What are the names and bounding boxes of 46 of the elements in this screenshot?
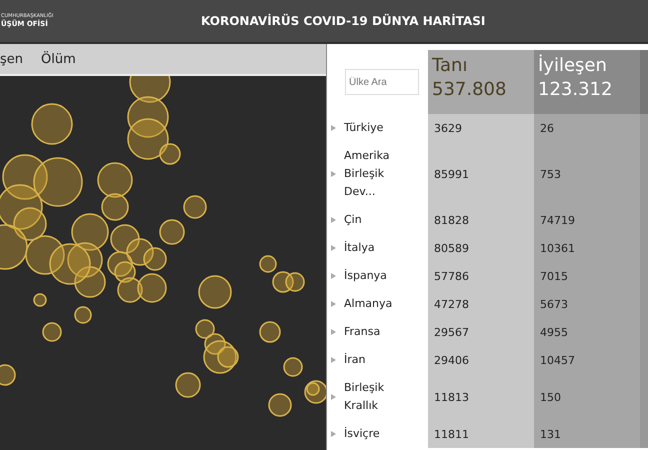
column-header: Tanı 537.808 <box>428 50 534 114</box>
table-cell: 753 <box>534 142 640 206</box>
table-cell: 10457 <box>534 346 640 374</box>
table-cell: 57786 <box>428 262 534 290</box>
page-title: KORONAVİRÜS COVID-19 DÜNYA HARİTASI <box>201 14 486 28</box>
table-cell: 5673 <box>534 290 640 318</box>
table-cell: 11811 <box>428 420 534 448</box>
expand-arrow-icon[interactable] <box>331 217 336 223</box>
table-cell: 131 <box>534 420 640 448</box>
table-cell: 29406 <box>428 346 534 374</box>
country-name[interactable]: Amerika Birleşik Dev... <box>344 147 410 201</box>
table-cell: 150 <box>534 374 640 420</box>
country-name[interactable]: Fransa <box>344 323 410 341</box>
table-cell: 3629 <box>428 114 534 142</box>
table-cell: 81828 <box>428 206 534 234</box>
expand-arrow-icon[interactable] <box>331 357 336 363</box>
table-cell: 4955 <box>534 318 640 346</box>
country-search-field[interactable]: Ülke Ara <box>345 69 419 95</box>
column-header: İyileşen 123.312 <box>534 50 640 114</box>
table-cell: 80589 <box>428 234 534 262</box>
table-cell: 74719 <box>534 206 640 234</box>
table-cell: 10361 <box>534 234 640 262</box>
expand-arrow-icon[interactable] <box>331 394 336 400</box>
country-name[interactable]: İspanya <box>344 267 410 285</box>
country-name[interactable]: İsviçre <box>344 425 410 443</box>
expand-arrow-icon[interactable] <box>331 125 336 131</box>
table-cell: 11813 <box>428 374 534 420</box>
expand-arrow-icon[interactable] <box>331 431 336 437</box>
country-name[interactable]: İran <box>344 351 410 369</box>
country-name[interactable]: Birleşik Krallık <box>344 379 410 415</box>
map-tab[interactable]: Ölüm <box>41 52 76 66</box>
table-cell: 29567 <box>428 318 534 346</box>
expand-arrow-icon[interactable] <box>331 245 336 251</box>
country-name[interactable]: İtalya <box>344 239 410 257</box>
table-cell: 7015 <box>534 262 640 290</box>
table-cell: 26 <box>534 114 640 142</box>
table-cell: 85991 <box>428 142 534 206</box>
country-name[interactable]: Almanya <box>344 295 410 313</box>
expand-arrow-icon[interactable] <box>331 171 336 177</box>
expand-arrow-icon[interactable] <box>331 329 336 335</box>
table-cell: 47278 <box>428 290 534 318</box>
map-tab[interactable]: şen <box>0 52 24 66</box>
country-name[interactable]: Çin <box>344 211 410 229</box>
expand-arrow-icon[interactable] <box>331 273 336 279</box>
country-name[interactable]: Türkiye <box>344 119 410 137</box>
expand-arrow-icon[interactable] <box>331 301 336 307</box>
